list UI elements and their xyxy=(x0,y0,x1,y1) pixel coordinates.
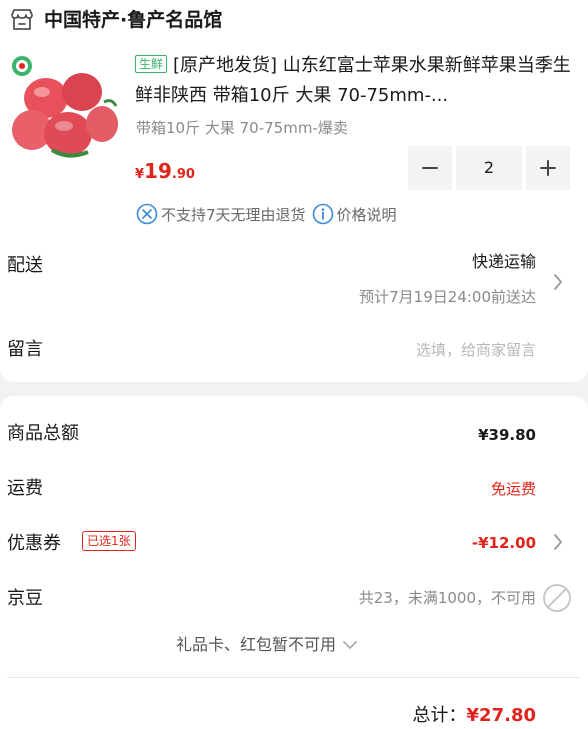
shipping-value: 免运费 xyxy=(490,480,536,498)
increase-button[interactable] xyxy=(526,146,570,190)
quantity-stepper: 2 xyxy=(408,146,570,190)
order-total-value: ¥27.80 xyxy=(466,705,536,726)
quantity-value[interactable]: 2 xyxy=(456,146,522,190)
fresh-tag: 生鲜 xyxy=(135,55,168,73)
delivery-label: 配送 xyxy=(7,255,43,276)
plus-icon xyxy=(540,160,556,176)
gift-card-toggle[interactable]: 礼品卡、红包暂不可用 xyxy=(176,633,358,657)
service-price-info[interactable]: 价格说明 xyxy=(337,204,397,225)
goods-total-value: ¥39.80 xyxy=(478,426,536,444)
gift-card-text: 礼品卡、红包暂不可用 xyxy=(176,635,337,654)
note-label: 留言 xyxy=(7,339,43,360)
beans-value: 共23，未满1000，不可用 xyxy=(358,589,536,607)
divider xyxy=(7,677,581,678)
price-integer: 19 xyxy=(144,159,172,183)
order-total: 总计：¥27.80 xyxy=(413,703,536,729)
shop-name[interactable]: 中国特产·鲁产名品馆 xyxy=(44,6,222,34)
coupon-value[interactable]: -¥12.00 xyxy=(472,531,536,555)
minus-icon xyxy=(422,167,438,169)
beans-label: 京豆 xyxy=(7,588,43,609)
service-no-return[interactable]: 不支持7天无理由退货 xyxy=(161,204,306,225)
chevron-right-icon[interactable] xyxy=(552,532,564,552)
product-image[interactable] xyxy=(8,52,120,164)
price-decimal: .90 xyxy=(171,167,195,182)
order-total-label: 总计： xyxy=(412,705,467,726)
product-title-text: [原产地发货] 山东红富士苹果水果新鲜苹果当季生鲜非陕西 带箱10斤 大果 70… xyxy=(135,55,571,106)
product-title[interactable]: 生鲜 [原产地发货] 山东红富士苹果水果新鲜苹果当季生鲜非陕西 带箱10斤 大果 … xyxy=(135,51,575,111)
delivery-time[interactable]: 预计7月19日24:00前送达 xyxy=(359,285,536,309)
disabled-circle-icon[interactable] xyxy=(542,583,572,613)
product-price: ¥19.90 xyxy=(135,156,195,190)
goods-total-label: 商品总额 xyxy=(7,423,79,444)
chevron-down-icon xyxy=(343,641,357,649)
service-notes: 不支持7天无理由退货 价格说明 xyxy=(136,200,397,228)
coupon-badge: 已选1张 xyxy=(82,531,136,551)
note-input[interactable] xyxy=(296,337,536,363)
decrease-button[interactable] xyxy=(408,146,452,190)
price-currency: ¥ xyxy=(135,167,145,182)
info-icon xyxy=(312,203,333,225)
shop-icon xyxy=(11,9,33,30)
delivery-type[interactable]: 快递运输 xyxy=(472,250,536,274)
coupon-label: 优惠券 xyxy=(7,533,61,554)
product-spec[interactable]: 带箱10斤 大果 70-75mm-爆卖 xyxy=(136,117,348,139)
shipping-label: 运费 xyxy=(7,478,43,499)
no-return-icon xyxy=(136,203,158,225)
chevron-right-icon[interactable] xyxy=(552,272,564,292)
